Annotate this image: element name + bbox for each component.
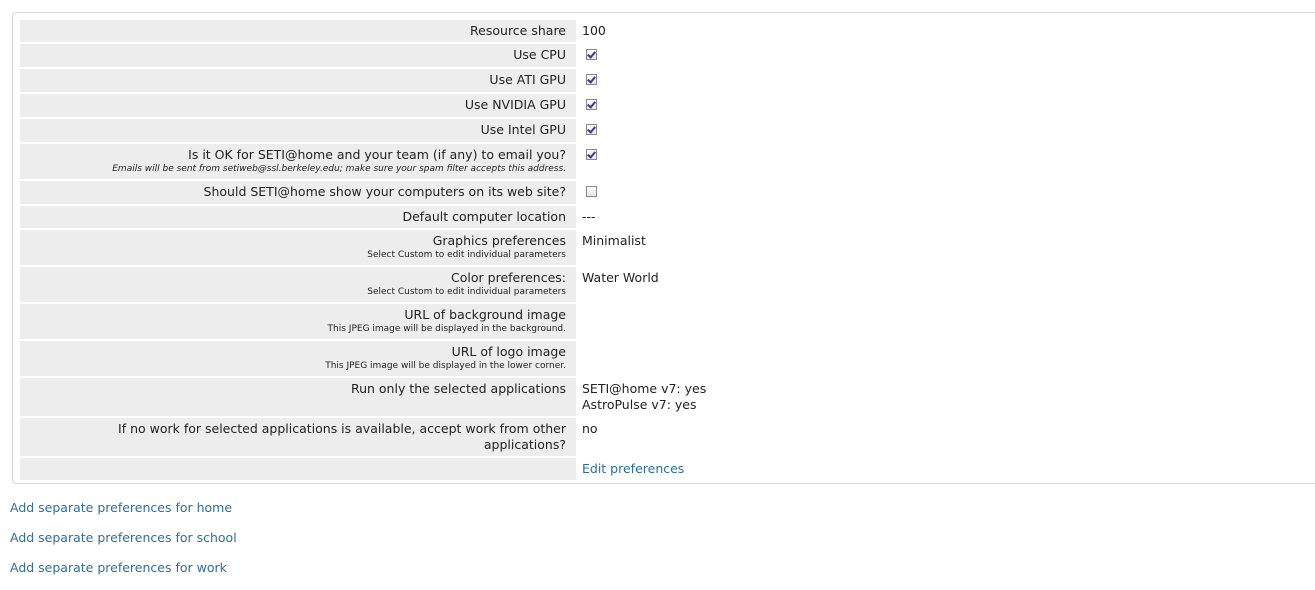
row-label: URL of background image: [404, 307, 566, 322]
pref-row-use-cpu: Use CPU: [20, 44, 1296, 67]
pref-row-color: Color preferences: Select Custom to edit…: [20, 267, 1296, 302]
pref-row-background-url: URL of background image This JPEG image …: [20, 304, 1296, 339]
row-label: Default computer location: [20, 206, 576, 228]
row-label: Is it OK for SETI@home and your team (if…: [188, 147, 566, 162]
row-label: If no work for selected applications is …: [118, 421, 566, 452]
add-work-preferences-link[interactable]: Add separate preferences for work: [10, 560, 227, 575]
pref-row-show-computers: Should SETI@home show your computers on …: [20, 181, 1296, 204]
pref-row-selected-apps: Run only the selected applications SETI@…: [20, 378, 1296, 416]
background-url-value: [576, 304, 1296, 339]
accept-other-work-value: no: [582, 421, 598, 436]
preferences-table: Resource share 100 Use CPU Use ATI GPU U…: [20, 18, 1296, 482]
row-label: Graphics preferences: [432, 233, 566, 248]
app-setting-astropulse: AstroPulse v7: yes: [582, 397, 697, 412]
pref-row-email-ok: Is it OK for SETI@home and your team (if…: [20, 144, 1296, 179]
add-home-preferences-link[interactable]: Add separate preferences for home: [10, 500, 232, 515]
row-sublabel: Emails will be sent from setiweb@ssl.ber…: [112, 164, 566, 174]
row-sublabel: Select Custom to edit individual paramet…: [367, 250, 566, 260]
pref-row-default-location: Default computer location ---: [20, 206, 1296, 228]
app-setting-seti: SETI@home v7: yes: [582, 381, 707, 396]
pref-row-use-intel-gpu: Use Intel GPU: [20, 119, 1296, 142]
row-label: Use Intel GPU: [20, 119, 576, 142]
row-label: Run only the selected applications: [20, 378, 576, 416]
row-label: Use ATI GPU: [20, 69, 576, 92]
color-value: Water World: [582, 270, 659, 285]
row-sublabel: This JPEG image will be displayed in the…: [325, 361, 566, 371]
resource-share-value: 100: [582, 23, 606, 38]
row-sublabel: This JPEG image will be displayed in the…: [327, 324, 566, 334]
row-label: Use CPU: [20, 44, 576, 67]
pref-row-edit: Edit preferences: [20, 458, 1296, 480]
show-computers-checkbox[interactable]: [586, 186, 597, 197]
pref-row-use-ati-gpu: Use ATI GPU: [20, 69, 1296, 92]
edit-preferences-link[interactable]: Edit preferences: [582, 461, 684, 476]
use-intel-gpu-checkbox[interactable]: [586, 124, 597, 135]
row-label: URL of logo image: [451, 344, 566, 359]
row-label: Should SETI@home show your computers on …: [20, 181, 576, 204]
pref-row-use-nvidia-gpu: Use NVIDIA GPU: [20, 94, 1296, 117]
row-sublabel: Select Custom to edit individual paramet…: [367, 287, 566, 297]
default-location-value: ---: [582, 209, 596, 224]
email-ok-checkbox[interactable]: [586, 149, 597, 160]
venue-links: Add separate preferences for home Add se…: [10, 500, 237, 590]
use-cpu-checkbox[interactable]: [586, 49, 597, 60]
use-nvidia-gpu-checkbox[interactable]: [586, 99, 597, 110]
row-label: Color preferences:: [451, 270, 566, 285]
pref-row-graphics: Graphics preferences Select Custom to ed…: [20, 230, 1296, 265]
pref-row-accept-other-work: If no work for selected applications is …: [20, 418, 1296, 456]
add-school-preferences-link[interactable]: Add separate preferences for school: [10, 530, 237, 545]
graphics-value: Minimalist: [582, 233, 646, 248]
row-label: Use NVIDIA GPU: [20, 94, 576, 117]
use-ati-gpu-checkbox[interactable]: [586, 74, 597, 85]
row-label: Resource share: [20, 20, 576, 42]
pref-row-logo-url: URL of logo image This JPEG image will b…: [20, 341, 1296, 376]
logo-url-value: [576, 341, 1296, 376]
pref-row-resource-share: Resource share 100: [20, 20, 1296, 42]
